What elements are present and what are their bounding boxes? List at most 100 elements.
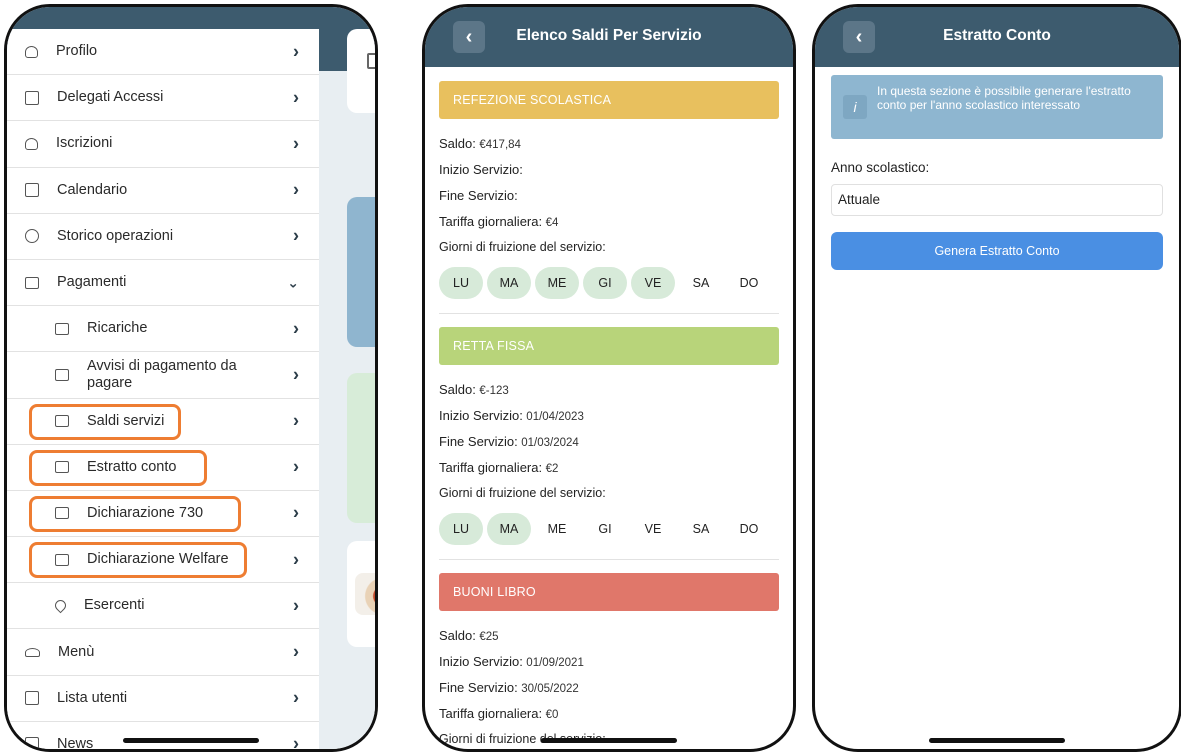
chevron-right-icon: › [293,364,299,385]
service-inizio-value: 01/04/2023 [526,411,584,423]
menu-item-label: Iscrizioni [56,135,113,152]
service-saldo-line: Saldo: €25 [439,628,499,643]
menu-item-label: Profilo [56,43,98,60]
menu-item-label: Pagamenti [57,274,127,291]
menu-item-label: Lista utenti [57,689,128,706]
header: ‹ Estratto Conto [815,7,1179,67]
wallet-icon [55,553,69,566]
menu-item-label: Dichiarazione 730 [87,504,204,521]
phone-menu-screen: Profilo › Delegati Accessi › Iscrizioni › Cale… [4,4,378,752]
menu-item[interactable]: Iscrizioni › [7,121,319,168]
menu-item[interactable]: Delegati Accessi › [7,75,319,122]
menu-item-label: Avvisi di pagamento da pagare [87,357,237,391]
menu-item[interactable]: Dichiarazione Welfare › [7,537,319,584]
home-indicator [123,738,259,743]
anno-scolastico-select[interactable]: Attuale [831,184,1163,216]
info-box: i In questa sezione è possibile generare… [831,75,1163,139]
service-tariffa-label: Tariffa giornaliera: [439,706,543,721]
day-chip: VE [644,522,662,536]
service-header: RETTA FISSA [439,327,779,365]
service-days: LU MA ME GI VE SA DO [439,513,771,545]
service-tariffa-line: Tariffa giornaliera: €0 [439,706,558,721]
chevron-right-icon: › [293,641,299,662]
menu-item[interactable]: Lista utenti › [7,676,319,722]
service-days-label: Giorni di fruizione del servizio: [439,486,606,500]
page-title: Estratto Conto [943,27,1051,44]
service-fine-line: Fine Servizio: 01/03/2024 [439,434,579,449]
chevron-right-icon: › [293,410,299,431]
home-indicator [929,738,1065,743]
wallet-icon [25,276,39,289]
service-fine-line: Fine Servizio: [439,188,518,203]
menu-item[interactable]: Esercenti › [7,583,319,630]
dish-icon [25,647,40,657]
chevron-right-icon: › [293,179,299,200]
service-tariffa-label: Tariffa giornaliera: [439,460,543,475]
service-tariffa-value: €2 [545,463,559,475]
wallet-icon [55,415,69,428]
header: ‹ Elenco Saldi Per Servizio [425,7,793,67]
side-menu: Profilo › Delegati Accessi › Iscrizioni › Cale… [7,29,319,752]
menu-item[interactable]: News › [7,722,319,752]
menu-item-label: News [57,735,94,752]
day-chip: MA [487,513,531,545]
menu-item[interactable]: Pagamenti ⌄ [7,260,319,307]
day-chip: GI [598,522,612,536]
service-fine-value: 30/05/2022 [521,683,579,695]
genera-estratto-conto-button[interactable]: Genera Estratto Conto [831,232,1163,270]
dashboard-card[interactable] [347,373,375,523]
info-text: In questa sezione è possibile generare l… [877,84,1131,112]
menu-item[interactable]: Dichiarazione 730 › [7,491,319,538]
menu-item-label: Ricariche [87,320,148,337]
menu-item[interactable]: Saldi servizi › [7,399,319,445]
chevron-right-icon: › [293,41,299,62]
chevron-right-icon: › [293,133,299,154]
day-chip: LU [439,267,483,299]
menu-item-label: Delegati Accessi [57,89,164,106]
chevron-right-icon: › [293,225,299,246]
day-chip: GI [583,267,627,299]
wallet-icon [55,368,69,381]
menu-item-label: Calendario [57,181,128,198]
document-icon [25,691,39,706]
menu-item[interactable]: Profilo › [7,29,319,76]
wallet-icon [55,507,69,520]
menu-item[interactable]: Storico operazioni › [7,214,319,260]
service-saldo-label: Saldo: [439,382,476,397]
menu-item-label: Menù [58,643,95,660]
divider [439,313,779,314]
service-header: BUONI LIBRO [439,573,779,611]
dashboard-card[interactable] [347,197,375,347]
menu-item[interactable]: Ricariche › [7,306,319,353]
service-saldo-label: Saldo: [439,136,476,151]
dashboard-card[interactable] [347,29,375,113]
service-inizio-label: Inizio Servizio: [439,408,523,423]
services-list: REFEZIONE SCOLASTICA Saldo: €417,84 Inizio… [425,67,793,749]
service-inizio-line: Inizio Servizio: [439,162,523,177]
service-tariffa-label: Tariffa giornaliera: [439,214,543,229]
day-chip: SA [692,276,710,290]
chevron-right-icon: › [293,733,299,752]
service-days: LU MA ME GI VE SA DO [439,267,771,299]
menu-item-label: Saldi servizi [87,412,165,429]
menu-item[interactable]: Menù › [7,629,319,676]
day-chip: DO [739,522,759,536]
menu-item[interactable]: Avvisi di pagamento da pagare › [7,352,319,399]
menu-item-label: Estratto conto [87,458,177,475]
person-icon [25,137,38,150]
day-chip: SA [692,522,710,536]
chevron-right-icon: › [293,502,299,523]
menu-item-label: Storico operazioni [57,227,174,244]
page-title: Elenco Saldi Per Servizio [516,27,702,44]
service-tariffa-line: Tariffa giornaliera: €2 [439,460,558,475]
service-saldo-value: €417,84 [479,139,521,151]
wallet-icon [55,461,69,474]
service-inizio-label: Inizio Servizio: [439,162,523,177]
dashboard-card[interactable] [347,541,375,647]
service-fine-label: Fine Servizio: [439,434,518,449]
menu-item[interactable]: Calendario › [7,168,319,214]
menu-item[interactable]: Estratto conto › [7,445,319,491]
chevron-right-icon: › [293,549,299,570]
service-fine-value: 01/03/2024 [521,437,579,449]
chevron-right-icon: › [293,318,299,339]
